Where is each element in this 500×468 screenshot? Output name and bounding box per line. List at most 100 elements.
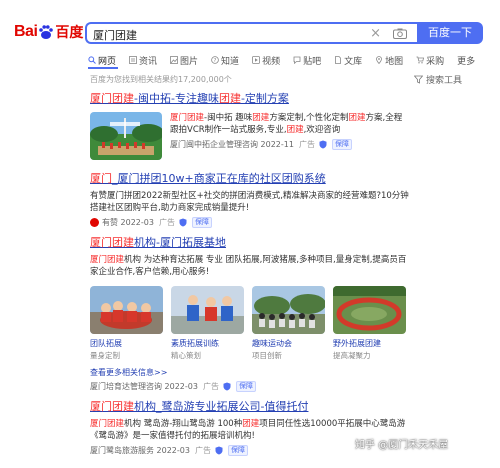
baidu-logo[interactable]: Bai 百度 <box>14 22 83 42</box>
result-meta: 厦门培育达管理咨询 2022-03 广告 保障 <box>90 381 410 392</box>
image-gallery: 团队拓展 量身定制 素质拓展训练 精心策划 趣味运动会 项目创新 野外拓展团建 … <box>90 286 410 361</box>
tools-label: 搜索工具 <box>426 76 463 86</box>
paw-icon <box>38 24 54 40</box>
search-icon <box>88 56 96 64</box>
result-source[interactable]: 厦门培育达管理咨询 2022-03 <box>90 381 198 392</box>
result-count: 百度为您找到相关结果约17,200,000个 <box>90 75 232 84</box>
result-snippet: 有赞厦门拼团2022新型社区+社交的拼团消费模式,精准解决商家的经营难题?10分… <box>90 191 409 213</box>
tab-label: 图片 <box>180 56 199 67</box>
gallery-image[interactable] <box>252 286 325 334</box>
title-text: _厦门拼团10w+商家正在库的社区团购系统 <box>112 172 326 185</box>
search-tools-button[interactable]: 搜索工具 <box>414 73 462 86</box>
gallery-subcaption: 量身定制 <box>90 351 120 360</box>
ad-label: 广告 <box>158 218 175 227</box>
search-query: 厦门团建 <box>93 29 137 42</box>
guarantee-badge[interactable]: 保障 <box>227 445 248 456</box>
clear-icon[interactable]: × <box>370 26 381 41</box>
gallery-subcaption: 项目创新 <box>252 351 282 360</box>
gallery-image[interactable] <box>333 286 406 334</box>
gallery-caption[interactable]: 野外拓展团建 <box>333 338 406 349</box>
title-text: -定制方案 <box>240 92 289 105</box>
result-source[interactable]: 有赞 2022-03 <box>102 217 154 228</box>
search-result: 厦门团建-闽中拓-专注趣味团建-定制方案 厦门团建-闽中拓 趣味团建方案定制,个… <box>90 92 410 160</box>
tab-label: 知道 <box>221 56 240 67</box>
gallery-image[interactable] <box>90 286 163 334</box>
tab-label: 更多 <box>457 56 476 67</box>
result-title-link[interactable]: 厦门_厦门拼团10w+商家正在库的社区团购系统 <box>90 172 410 186</box>
tab-label: 贴吧 <box>303 56 322 67</box>
question-icon: ? <box>211 56 219 64</box>
gallery-caption[interactable]: 素质拓展训练 <box>171 338 244 349</box>
title-text: 机构-厦门拓展基地 <box>134 236 226 249</box>
search-result: 厦门_厦门拼团10w+商家正在库的社区团购系统 有赞厦门拼团2022新型社区+社… <box>90 172 410 228</box>
more-info-link[interactable]: 查看更多相关信息>> <box>90 367 410 378</box>
guarantee-badge[interactable]: 保障 <box>235 381 256 392</box>
tieba-icon <box>293 56 301 64</box>
result-snippet: 厦门团建机构 为达种育达拓展 专业 团队拓展,阿波猪展,多种项目,量身定制,提高… <box>90 255 407 277</box>
search-input[interactable]: 厦门团建 × <box>85 22 417 44</box>
result-meta: 有赞 2022-03 广告 保障 <box>90 217 410 228</box>
gallery-subcaption: 精心策划 <box>171 351 201 360</box>
result-meta: 厦门闽中拓企业管理咨询 2022-11 广告 保障 <box>170 139 410 150</box>
shield-icon <box>319 140 327 149</box>
tab-video[interactable]: 视频 <box>252 52 280 68</box>
tab-label: 地图 <box>385 56 404 67</box>
shield-icon <box>223 382 231 391</box>
result-source[interactable]: 厦门鹭岛旅游服务 2022-03 <box>90 445 190 456</box>
result-thumbnail[interactable] <box>90 112 162 160</box>
active-tab-indicator <box>88 67 118 69</box>
title-text: -闽中拓-专注趣味 <box>134 92 219 105</box>
search-button[interactable]: 百度一下 <box>417 22 483 44</box>
result-snippet: 厦门团建-闽中拓 趣味团建方案定制,个性化定制团建方案,全程跟拍VCR制作一站式… <box>170 113 403 135</box>
result-title-link[interactable]: 厦门团建机构-厦门拓展基地 <box>90 236 410 250</box>
news-icon <box>129 56 137 64</box>
gallery-item[interactable]: 素质拓展训练 精心策划 <box>171 286 244 361</box>
cart-icon <box>416 56 425 64</box>
result-source[interactable]: 厦门闽中拓企业管理咨询 2022-11 <box>170 139 294 150</box>
logo-text-left: Bai <box>14 23 38 40</box>
title-highlight: 团建 <box>218 92 241 105</box>
zhihu-watermark: 知乎 @厦门禾天禾屋 <box>355 440 449 451</box>
title-highlight: 厦门团建 <box>90 92 134 105</box>
shield-icon <box>215 446 223 455</box>
logo-text-right: 百度 <box>55 24 84 40</box>
guarantee-badge[interactable]: 保障 <box>191 217 212 228</box>
ad-label: 广告 <box>194 446 211 455</box>
tab-label: 视频 <box>262 56 281 67</box>
tab-images[interactable]: 图片 <box>170 52 198 68</box>
tab-news[interactable]: 资讯 <box>129 52 157 68</box>
tab-label: 资讯 <box>139 56 158 67</box>
gallery-subcaption: 提高凝聚力 <box>333 351 371 360</box>
map-icon <box>376 56 383 64</box>
tab-zhidao[interactable]: ? 知道 <box>211 52 239 68</box>
gallery-item[interactable]: 野外拓展团建 提高凝聚力 <box>333 286 406 361</box>
search-tabs: 网页 资讯 图片 ? 知道 视频 贴吧 文库 地图 采购 更多 <box>88 52 488 68</box>
result-title-link[interactable]: 厦门团建机构_鹭岛游专业拓展公司-值得托付 <box>90 400 410 414</box>
tab-web[interactable]: 网页 <box>88 52 116 68</box>
tab-map[interactable]: 地图 <box>375 52 403 68</box>
svg-text:?: ? <box>214 58 217 64</box>
gallery-image[interactable] <box>171 286 244 334</box>
guarantee-badge[interactable]: 保障 <box>331 139 352 150</box>
camera-icon[interactable] <box>393 28 407 39</box>
ad-label: 广告 <box>298 140 315 149</box>
tab-more[interactable]: 更多 <box>457 52 475 68</box>
gallery-caption[interactable]: 团队拓展 <box>90 338 163 349</box>
gallery-item[interactable]: 趣味运动会 项目创新 <box>252 286 325 361</box>
doc-icon <box>335 56 341 64</box>
video-icon <box>252 56 260 64</box>
result-title-link[interactable]: 厦门团建-闽中拓-专注趣味团建-定制方案 <box>90 92 410 106</box>
tab-label: 采购 <box>426 56 445 67</box>
gallery-item[interactable]: 团队拓展 量身定制 <box>90 286 163 361</box>
tab-tieba[interactable]: 贴吧 <box>293 52 321 68</box>
tab-purchase[interactable]: 采购 <box>416 52 444 68</box>
top-bar: Bai 百度 厦门团建 × 百度一下 <box>0 14 500 48</box>
filter-icon <box>414 75 423 84</box>
shield-icon <box>179 218 187 227</box>
title-highlight: 厦门团建 <box>90 236 134 249</box>
ad-label: 广告 <box>202 382 219 391</box>
gallery-caption[interactable]: 趣味运动会 <box>252 338 325 349</box>
title-highlight: 厦门 <box>90 172 112 185</box>
tab-wenku[interactable]: 文库 <box>334 52 362 68</box>
title-highlight: 厦门团建 <box>90 400 134 413</box>
